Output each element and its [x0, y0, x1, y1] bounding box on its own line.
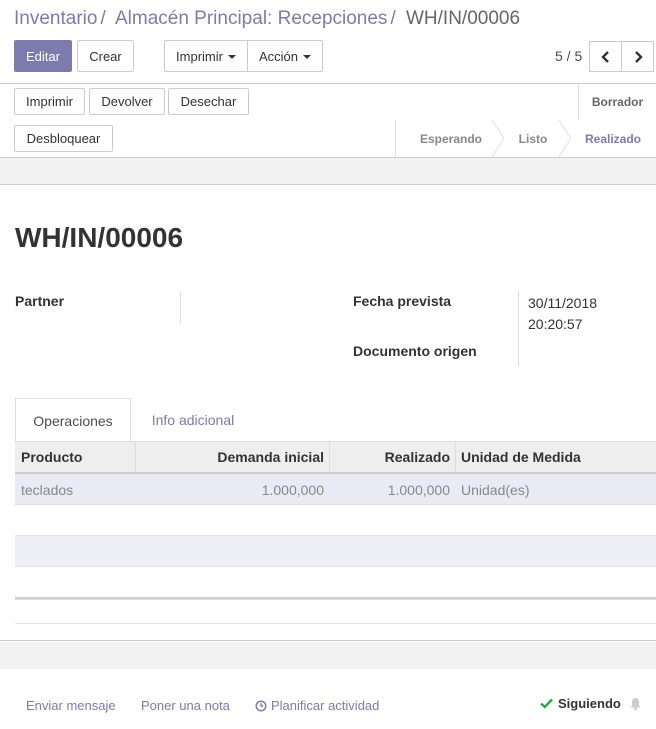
- breadcrumb-current: WH/IN/00006: [406, 8, 521, 29]
- scheduled-date: 30/11/2018: [528, 295, 598, 311]
- scheduled-date-label: Fecha prevista: [353, 293, 452, 309]
- stage-ready[interactable]: Listo: [504, 120, 562, 157]
- following-label: Siguiendo: [558, 696, 621, 711]
- date-field-divider: [518, 291, 519, 366]
- send-message-link[interactable]: Enviar mensaje: [26, 698, 116, 713]
- pager-next-button[interactable]: [621, 41, 654, 72]
- partner-field-divider: [180, 291, 181, 323]
- table-row-empty: [15, 567, 656, 598]
- stage-arrow-icon: [559, 120, 571, 157]
- caret-down-icon: [303, 55, 312, 59]
- origin-document-label: Documento origen: [353, 343, 477, 359]
- stage-done[interactable]: Realizado: [572, 120, 654, 157]
- control-panel-divider: [0, 83, 656, 84]
- breadcrumb-separator: /: [390, 8, 396, 29]
- caret-down-icon: [227, 55, 236, 59]
- scheduled-time: 20:20:57: [528, 316, 583, 332]
- return-button[interactable]: Devolver: [89, 88, 165, 115]
- table-footer: [15, 597, 656, 600]
- table-row[interactable]: teclados 1.000,000 1.000,000 Unidad(es): [15, 474, 656, 505]
- breadcrumb-recepciones[interactable]: Almacén Principal: Recepciones: [115, 8, 387, 29]
- form-background-top: [0, 158, 656, 184]
- column-initial-demand[interactable]: Demanda inicial: [136, 442, 324, 472]
- unlock-button[interactable]: Desbloquear: [14, 125, 113, 152]
- clock-icon: [255, 699, 267, 712]
- following-button[interactable]: Siguiendo: [540, 696, 621, 711]
- schedule-activity-label: Planificar actividad: [271, 698, 380, 713]
- stage-arrow-icon: [492, 120, 504, 157]
- schedule-activity-link[interactable]: Planificar actividad: [255, 698, 379, 713]
- stage-waiting[interactable]: Esperando: [396, 120, 506, 157]
- cell-done: 1.000,000: [387, 481, 450, 498]
- cell-product: teclados: [21, 481, 74, 498]
- chevron-left-icon: [600, 50, 609, 63]
- table-bottom-rule: [15, 623, 656, 624]
- column-unit-of-measure[interactable]: Unidad de Medida: [461, 442, 581, 472]
- check-icon: [540, 698, 553, 709]
- form-background-bottom: [0, 642, 656, 669]
- action-dropdown-label: Acción: [258, 48, 299, 64]
- chevron-right-icon: [634, 50, 643, 63]
- scrap-button[interactable]: Desechar: [168, 88, 249, 115]
- print-dropdown-label: Imprimir: [176, 48, 223, 64]
- breadcrumb-inventario[interactable]: Inventario: [14, 8, 97, 29]
- partner-label: Partner: [15, 293, 65, 309]
- print-dropdown[interactable]: Imprimir: [164, 40, 248, 72]
- stage-bar: Esperando Listo Realizado: [395, 120, 656, 157]
- create-button[interactable]: Crear: [77, 40, 134, 72]
- scheduled-date-value: 30/11/2018 20:20:57: [528, 293, 597, 335]
- cell-unit-of-measure: Unidad(es): [461, 481, 530, 498]
- tab-operations[interactable]: Operaciones: [15, 398, 131, 442]
- cell-initial-demand: 1.000,000: [261, 481, 324, 498]
- tab-additional-info[interactable]: Info adicional: [140, 398, 246, 442]
- edit-button[interactable]: Editar: [14, 40, 72, 72]
- column-done[interactable]: Realizado: [330, 442, 450, 472]
- pager-value[interactable]: 5 / 5: [555, 48, 582, 64]
- page-title: WH/IN/00006: [15, 222, 184, 253]
- table-row-empty: [15, 536, 656, 567]
- column-product[interactable]: Producto: [21, 442, 82, 472]
- pager-previous-button[interactable]: [589, 41, 622, 72]
- column-separator: [455, 442, 456, 472]
- table-header: Producto Demanda inicial Realizado Unida…: [15, 442, 656, 474]
- draft-stage-label: Borrador: [578, 84, 656, 120]
- print-button[interactable]: Imprimir: [14, 88, 85, 115]
- log-note-link[interactable]: Poner una nota: [141, 698, 230, 713]
- table-row-empty: [15, 505, 656, 536]
- bell-icon[interactable]: [629, 697, 642, 711]
- breadcrumb: Inventario / Almacén Principal: Recepcion…: [14, 8, 520, 30]
- breadcrumb-separator: /: [100, 8, 106, 29]
- action-dropdown[interactable]: Acción: [247, 40, 323, 72]
